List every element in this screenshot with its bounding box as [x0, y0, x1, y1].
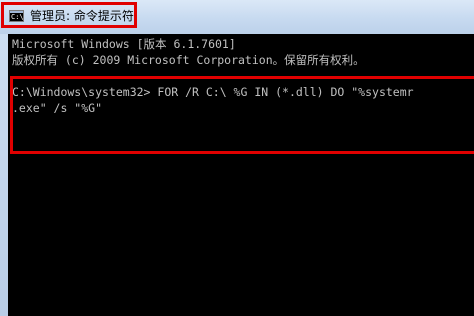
console-line-copyright: 版权所有 (c) 2009 Microsoft Corporation。保留所有…	[12, 53, 365, 67]
console-line-version: Microsoft Windows [版本 6.1.7601]	[12, 37, 236, 51]
command-highlight-box	[10, 76, 474, 154]
title-highlight-box	[1, 2, 137, 28]
cmd-window: C:\ 管理员: 命令提示符 Microsoft Windows [版本 6.1…	[0, 0, 474, 316]
console-output[interactable]: Microsoft Windows [版本 6.1.7601] 版权所有 (c)…	[8, 34, 474, 316]
title-bar[interactable]: C:\ 管理员: 命令提示符	[0, 0, 474, 34]
